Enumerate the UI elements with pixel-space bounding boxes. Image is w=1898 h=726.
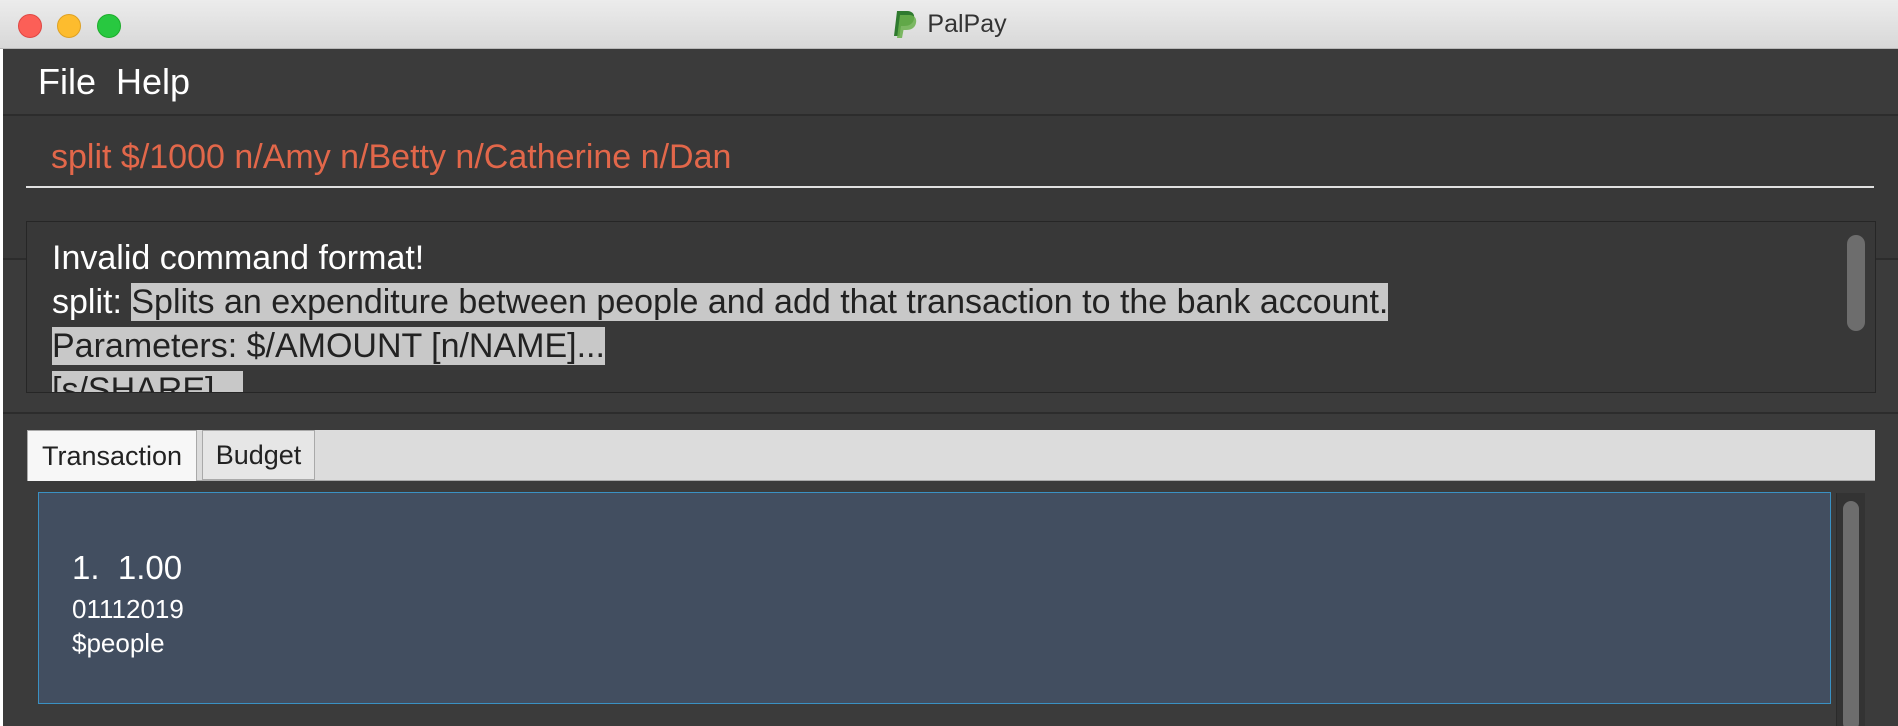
window-title: PalPay — [927, 9, 1007, 38]
result-line-share: [s/SHARE]... — [52, 368, 1832, 392]
menu-bar: File Help — [3, 49, 1898, 116]
tab-bar: Transaction Budget — [27, 430, 1875, 481]
transaction-card[interactable]: 1. 1.00 01112019 $people — [38, 492, 1831, 704]
result-share-text: [s/SHARE]... — [52, 371, 243, 392]
result-line-error: Invalid command format! — [52, 239, 425, 277]
tab-transaction[interactable]: Transaction — [27, 430, 197, 481]
tab-panel: Transaction Budget 1. 1.00 01112019 $peo… — [3, 412, 1898, 726]
result-scrollbar[interactable] — [1847, 235, 1865, 331]
app-window: PalPay File Help Invalid command format!… — [0, 0, 1898, 726]
result-usage-prefix: split: — [52, 283, 132, 321]
transaction-index: 1. — [72, 549, 100, 586]
list-scrollbar[interactable] — [1843, 501, 1859, 726]
tab-budget[interactable]: Budget — [202, 430, 315, 480]
result-line-usage: split: Splits an expenditure between peo… — [52, 280, 1832, 324]
result-line-parameters: Parameters: $/AMOUNT [n/NAME]... — [52, 324, 1832, 368]
transaction-description: $people — [72, 628, 165, 658]
paypal-logo-icon — [894, 11, 917, 38]
transaction-amount: 1.00 — [117, 549, 183, 586]
menu-help[interactable]: Help — [116, 61, 190, 103]
result-display: Invalid command format! split: Splits an… — [26, 221, 1876, 393]
title-bar: PalPay — [0, 0, 1898, 49]
transaction-list: 1. 1.00 01112019 $people — [27, 481, 1875, 726]
result-usage-highlight: Splits an expenditure between people and… — [131, 283, 1389, 321]
result-parameters-text: Parameters: $/AMOUNT [n/NAME]... — [52, 327, 605, 365]
transaction-header: 1. 1.00 — [72, 549, 182, 587]
app-body: File Help Invalid command format! split:… — [3, 49, 1898, 726]
transaction-date: 01112019 — [72, 594, 184, 624]
window-title-group: PalPay — [0, 0, 1898, 48]
command-input[interactable] — [26, 128, 1874, 188]
result-text: Invalid command format! split: Splits an… — [52, 236, 1832, 392]
menu-file[interactable]: File — [38, 61, 96, 103]
